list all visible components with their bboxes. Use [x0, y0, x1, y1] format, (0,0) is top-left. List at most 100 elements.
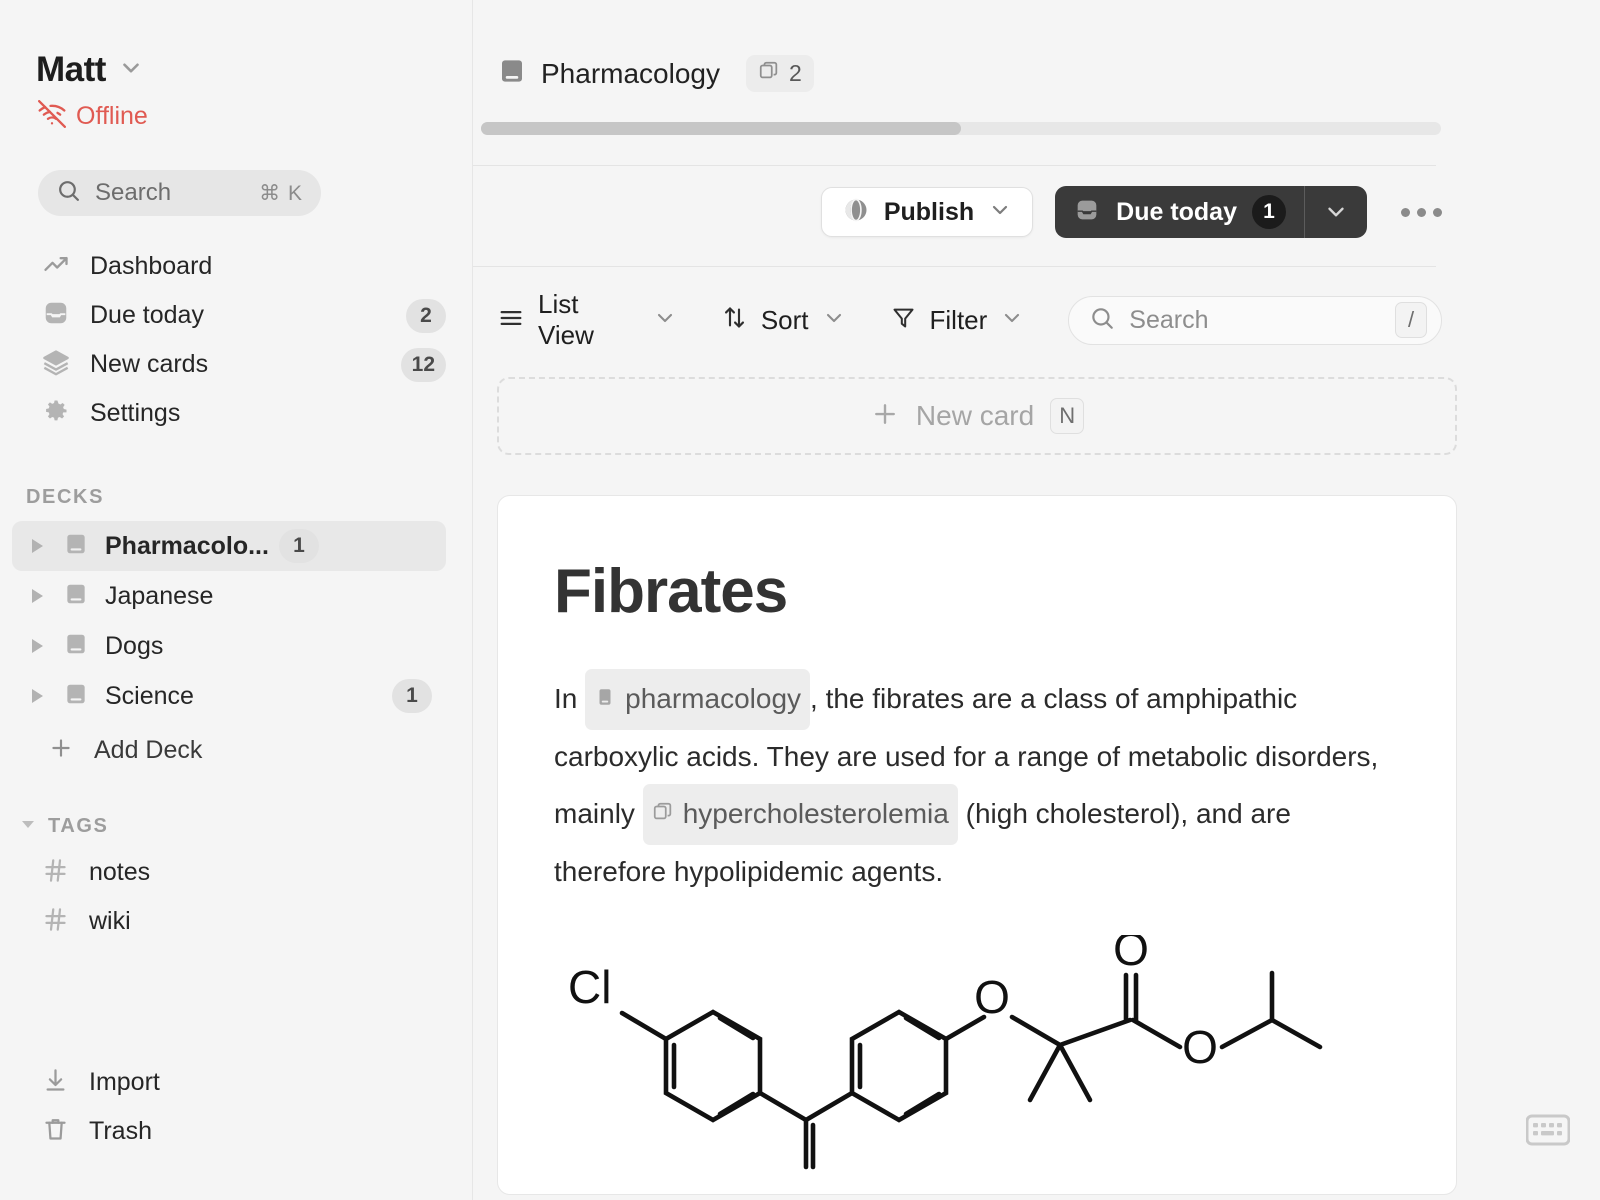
- search-placeholder: Search: [95, 179, 172, 206]
- more-horizontal-icon[interactable]: [1401, 207, 1442, 217]
- download-icon: [42, 1067, 69, 1099]
- cards-icon: [758, 60, 780, 87]
- sidebar-item-tag-notes[interactable]: notes: [36, 848, 446, 897]
- due-today-dropdown-button[interactable]: [1305, 186, 1367, 238]
- sort-button[interactable]: Sort: [721, 304, 846, 336]
- content-search-placeholder: Search: [1129, 305, 1209, 334]
- tag-label: notes: [89, 858, 151, 886]
- card-link-pharmacology[interactable]: pharmacology: [585, 669, 811, 730]
- decks-header-label: DECKS: [26, 486, 105, 508]
- disclosure-triangle-icon[interactable]: [32, 689, 43, 703]
- card-link-label: pharmacology: [625, 683, 802, 714]
- book-icon: [63, 631, 89, 662]
- sort-label: Sort: [760, 304, 809, 335]
- list-view-label: List View: [538, 289, 594, 350]
- caret-down-icon: [20, 815, 36, 838]
- deck-label: Science: [105, 681, 194, 710]
- decks-section-header: DECKS: [0, 438, 472, 521]
- sidebar-item-deck-dogs[interactable]: Dogs: [12, 621, 446, 671]
- inbox-icon: [1073, 196, 1101, 229]
- due-today-count: 1: [1252, 195, 1286, 229]
- card-panel[interactable]: Fibrates In pharmacology, the fibrates a…: [497, 495, 1457, 1195]
- trending-up-icon: [42, 250, 70, 283]
- list-view-button[interactable]: List View: [497, 289, 677, 351]
- sidebar-footer: Import Trash: [0, 1058, 472, 1156]
- sidebar-item-label: New cards: [90, 350, 209, 378]
- due-today-label: Due today: [1116, 197, 1237, 226]
- new-card-button[interactable]: New card N: [497, 377, 1457, 455]
- breadcrumb-title[interactable]: Pharmacology: [541, 58, 720, 90]
- book-icon: [63, 581, 89, 612]
- trash-button[interactable]: Trash: [36, 1107, 446, 1156]
- deck-list: Pharmacolo... 1 Japanese Dogs Science 1 …: [0, 521, 472, 775]
- disclosure-triangle-icon[interactable]: [32, 639, 43, 653]
- book-icon: [63, 531, 89, 562]
- svg-text:O: O: [974, 971, 1010, 1023]
- card-count: 2: [788, 60, 802, 86]
- new-card-shortcut: N: [1050, 398, 1085, 434]
- filter-label: Filter: [929, 304, 988, 335]
- funnel-icon: [890, 304, 917, 336]
- inbox-icon: [42, 299, 70, 332]
- chevron-down-icon: [988, 198, 1012, 227]
- trash-label: Trash: [89, 1117, 152, 1145]
- trash-icon: [42, 1116, 69, 1148]
- tag-list: notes wiki: [0, 848, 472, 946]
- content-search-shortcut: /: [1395, 302, 1427, 338]
- deck-label: Dogs: [105, 631, 164, 660]
- progress-track: [481, 122, 1441, 135]
- disclosure-triangle-icon[interactable]: [32, 589, 43, 603]
- chevron-down-icon: [653, 306, 677, 335]
- search-icon: [56, 178, 81, 208]
- publish-button[interactable]: Publish: [820, 187, 1034, 237]
- publish-label: Publish: [883, 197, 975, 226]
- user-menu[interactable]: Matt: [0, 0, 472, 90]
- sidebar-item-new-cards[interactable]: New cards 12: [36, 340, 446, 389]
- chevron-down-icon: [1000, 306, 1024, 335]
- hash-icon: [42, 857, 69, 889]
- due-today-button-group: Due today 1: [1055, 186, 1367, 238]
- sidebar-item-deck-japanese[interactable]: Japanese: [12, 571, 446, 621]
- sidebar-item-deck-pharmacology[interactable]: Pharmacolo... 1: [12, 521, 446, 571]
- import-button[interactable]: Import: [36, 1058, 446, 1107]
- progress-bar: [481, 122, 1441, 135]
- deck-count: 1: [392, 679, 432, 713]
- search-input[interactable]: Search ⌘ K: [38, 170, 321, 216]
- globe-icon: [842, 196, 870, 229]
- tag-label: wiki: [89, 907, 131, 935]
- deck-count: 1: [278, 529, 319, 563]
- offline-status[interactable]: Offline: [0, 90, 472, 133]
- action-bar: Publish Due today 1: [473, 166, 1600, 238]
- card-body: In pharmacology, the fibrates are a clas…: [554, 669, 1400, 899]
- sidebar-item-tag-wiki[interactable]: wiki: [36, 897, 446, 946]
- book-icon: [497, 56, 527, 91]
- toolbar: List View Sort Filter Search /: [473, 267, 1600, 351]
- add-deck-label: Add Deck: [94, 735, 203, 764]
- due-today-button[interactable]: Due today 1: [1055, 186, 1304, 238]
- svg-text:Cl: Cl: [568, 961, 611, 1013]
- deck-label: Pharmacolo...: [105, 531, 269, 560]
- sidebar-item-label: Dashboard: [90, 252, 213, 280]
- keyboard-shortcuts-button[interactable]: [1525, 1113, 1571, 1152]
- content-search-input[interactable]: Search /: [1068, 295, 1442, 345]
- chevron-down-icon: [822, 306, 846, 335]
- sidebar-item-due-today[interactable]: Due today 2: [36, 291, 446, 340]
- sidebar-item-deck-science[interactable]: Science 1: [12, 671, 446, 721]
- sidebar-item-dashboard[interactable]: Dashboard: [36, 242, 446, 291]
- user-name: Matt: [36, 50, 106, 89]
- add-deck-button[interactable]: Add Deck: [12, 725, 446, 775]
- svg-text:O: O: [1182, 1021, 1218, 1073]
- card-link-hypercholesterolemia[interactable]: hypercholesterolemia: [642, 784, 958, 845]
- wifi-off-icon: [38, 100, 67, 133]
- sidebar-item-label: Settings: [90, 399, 181, 427]
- disclosure-triangle-icon[interactable]: [32, 539, 43, 553]
- deck-label: Japanese: [105, 581, 214, 610]
- tags-section-header[interactable]: TAGS: [0, 775, 472, 848]
- sidebar-item-settings[interactable]: Settings: [36, 389, 446, 438]
- layers-icon: [42, 348, 70, 381]
- filter-button[interactable]: Filter: [890, 304, 1025, 336]
- offline-label: Offline: [76, 102, 148, 130]
- svg-text:O: O: [1113, 935, 1149, 975]
- gear-icon: [42, 397, 70, 430]
- cards-icon: [652, 787, 674, 842]
